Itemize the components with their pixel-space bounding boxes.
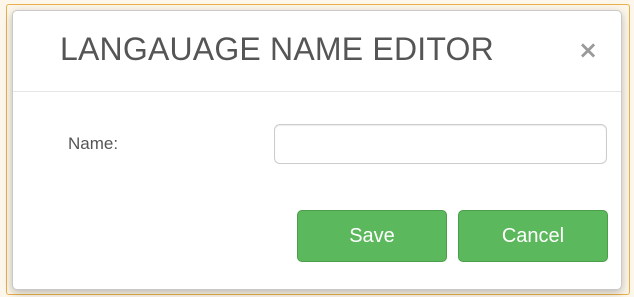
dialog-title: LANGAUAGE NAME EDITOR [60, 31, 494, 67]
language-name-editor-dialog: LANGAUAGE NAME EDITOR × Name: Save Cance… [12, 10, 622, 290]
name-label: Name: [68, 134, 119, 153]
save-button[interactable]: Save [297, 210, 447, 262]
close-icon: × [577, 36, 599, 64]
cancel-button[interactable]: Cancel [458, 210, 608, 262]
name-input[interactable] [274, 124, 607, 164]
close-button[interactable]: × [577, 37, 599, 63]
dialog-body: Name: Save Cancel [13, 92, 621, 289]
dialog-header: LANGAUAGE NAME EDITOR × [13, 11, 621, 92]
